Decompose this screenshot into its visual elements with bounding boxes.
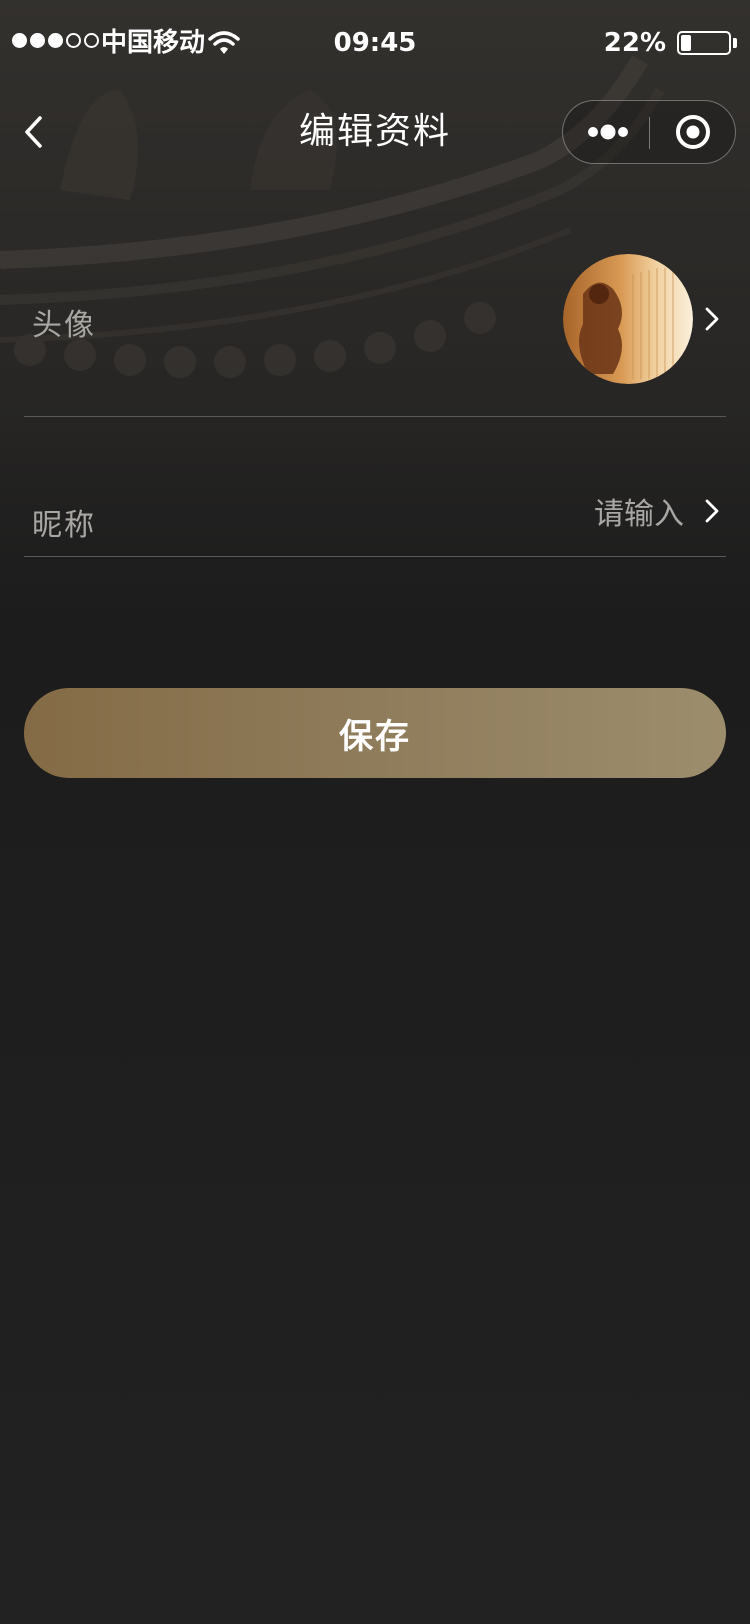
nickname-input[interactable]: [324, 492, 684, 536]
battery-level-fill: [681, 35, 691, 51]
mini-program-capsule: [562, 100, 736, 164]
chevron-right-icon: [705, 307, 719, 331]
more-dots-icon[interactable]: [563, 101, 649, 163]
save-button[interactable]: 保存: [24, 688, 726, 778]
nickname-label: 昵称: [32, 508, 96, 543]
battery-tip: [733, 38, 737, 48]
battery-percent: 22%: [603, 28, 666, 58]
avatar-label: 头像: [32, 308, 96, 343]
battery-icon: [677, 31, 731, 55]
avatar[interactable]: [563, 254, 693, 384]
chevron-right-icon: [705, 499, 719, 523]
navigation-bar: 编辑资料: [0, 88, 750, 176]
avatar-row[interactable]: 头像: [24, 236, 726, 417]
status-bar: 中国移动 09:45 22%: [0, 0, 750, 88]
nickname-row[interactable]: 昵称: [24, 456, 726, 557]
close-target-icon[interactable]: [650, 101, 736, 163]
